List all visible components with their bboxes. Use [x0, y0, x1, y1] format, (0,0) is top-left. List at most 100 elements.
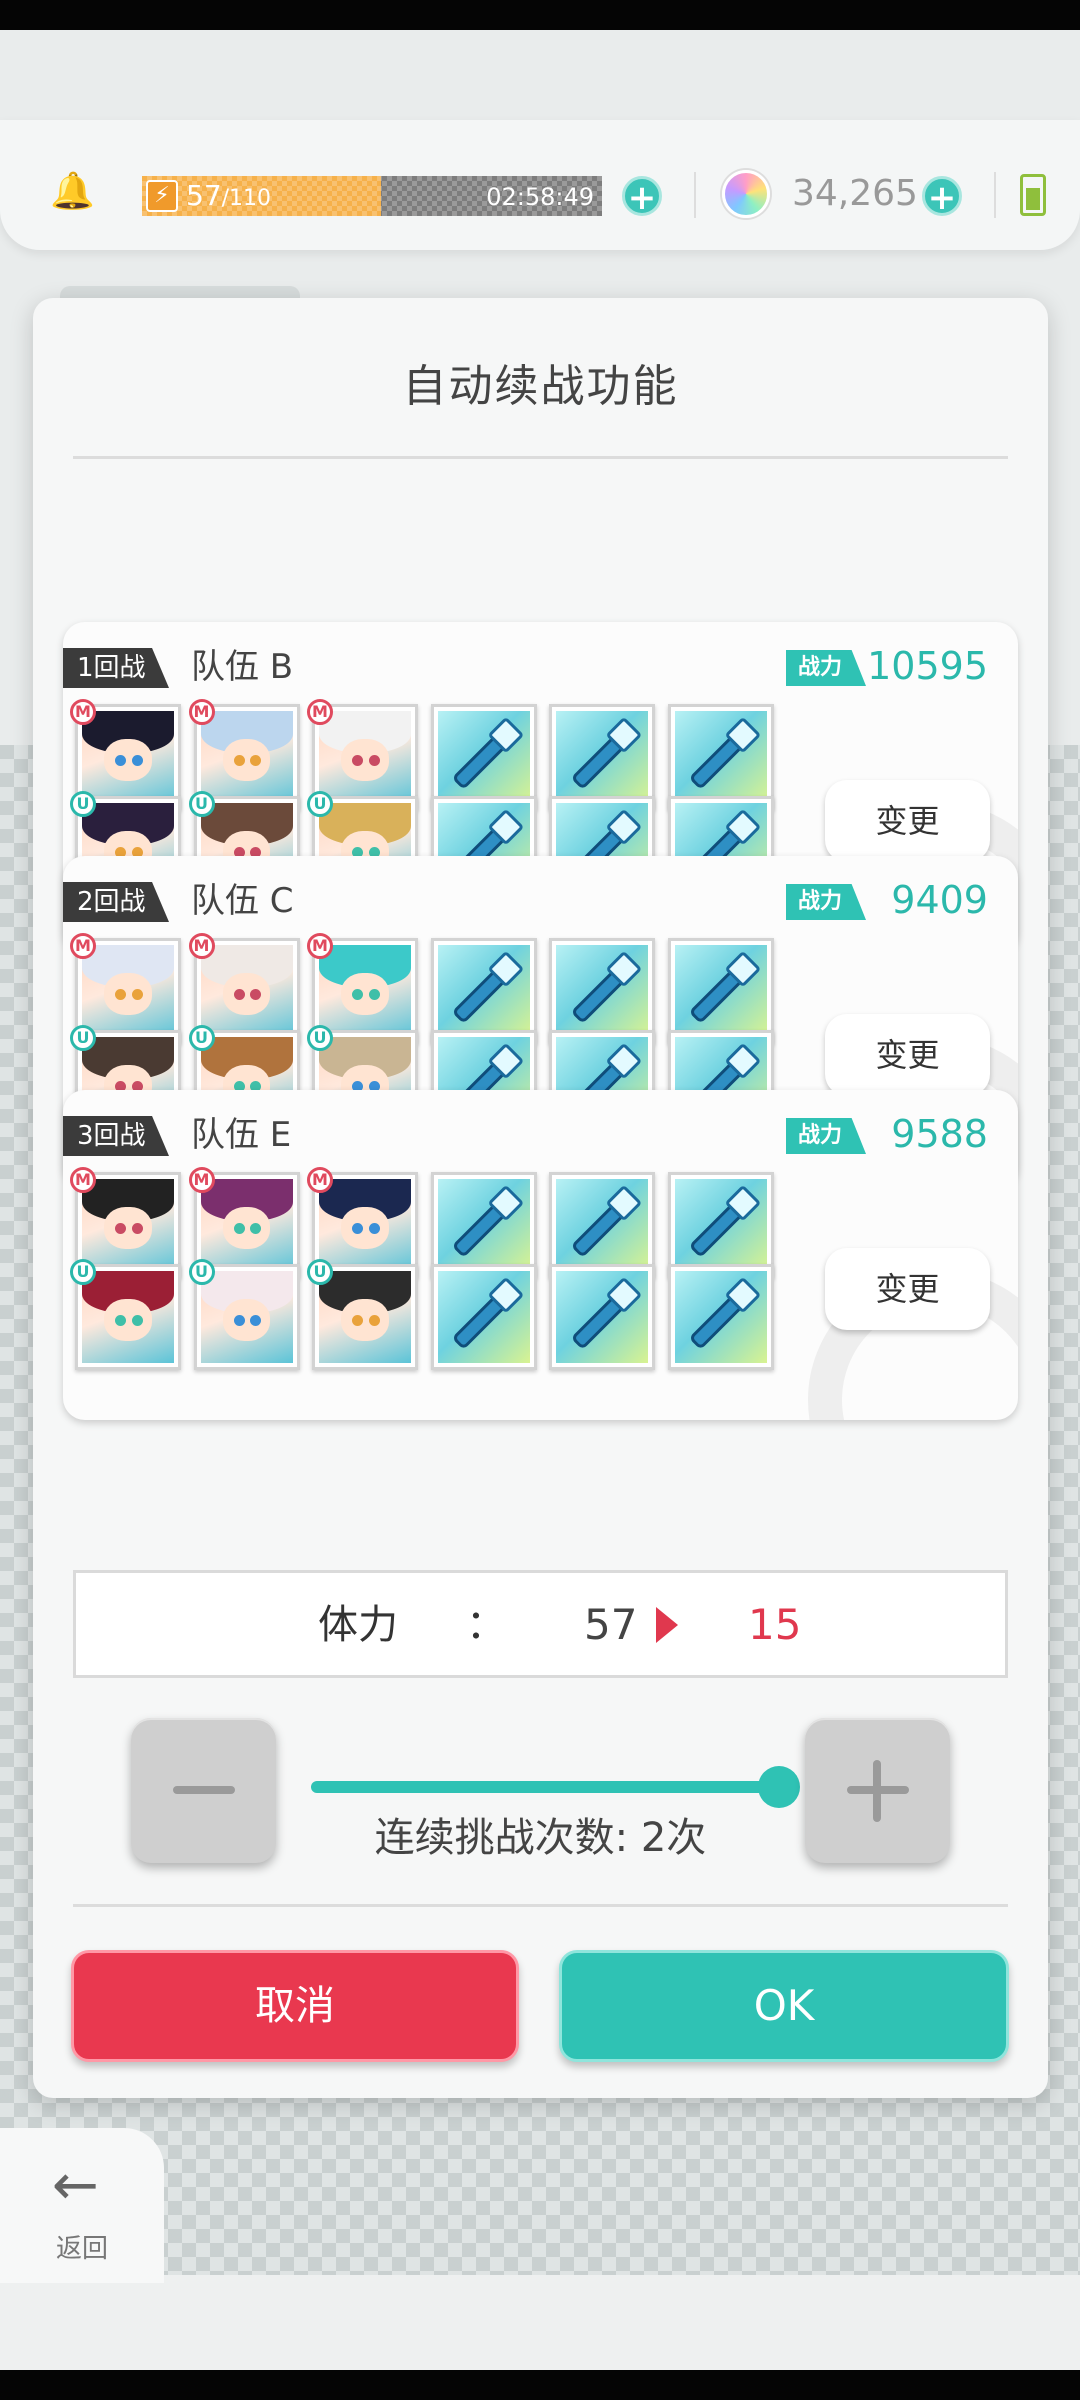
- character-portrait: [319, 1179, 411, 1271]
- main-badge-icon: M: [307, 1167, 333, 1193]
- round-label: 2回战: [63, 882, 169, 922]
- battery-icon: [1020, 174, 1046, 216]
- character-portrait: [319, 711, 411, 803]
- weapon-icon: [437, 1179, 530, 1271]
- system-bottom-bar: [0, 2370, 1080, 2400]
- change-team-button[interactable]: 变更: [825, 780, 990, 862]
- portrait-eye: [131, 755, 143, 767]
- character-portrait: [319, 1271, 411, 1363]
- divider: [73, 1904, 1008, 1907]
- unison-badge-icon: U: [188, 791, 215, 817]
- character-portrait: [82, 1179, 174, 1271]
- ok-button[interactable]: OK: [559, 1950, 1009, 2062]
- weapon-slot[interactable]: [667, 938, 774, 1044]
- stamina-bar: ⚡ 57/110 02:58:49: [142, 176, 602, 216]
- weapon-slot[interactable]: [549, 938, 655, 1044]
- weapon-icon: [674, 1179, 767, 1271]
- divider: [994, 172, 996, 218]
- dialog-title: 自动续战功能: [402, 361, 679, 412]
- character-slot[interactable]: U: [70, 1259, 181, 1370]
- weapon-slot[interactable]: [549, 1172, 655, 1278]
- power-label: 战力: [786, 884, 866, 920]
- gem-count: 34,265: [792, 173, 918, 214]
- unison-badge-icon: U: [307, 1025, 333, 1051]
- unison-badge-icon: U: [70, 791, 96, 817]
- weapon-icon: [674, 711, 767, 803]
- back-arrow-icon: ←: [52, 2153, 99, 2218]
- weapon-slot[interactable]: [667, 704, 774, 810]
- unison-badge-icon: U: [307, 791, 333, 817]
- main-badge-icon: M: [307, 933, 333, 959]
- portrait-face: [222, 738, 271, 781]
- weapon-slot[interactable]: [667, 1172, 774, 1278]
- divider: [694, 172, 696, 218]
- character-portrait: [200, 711, 293, 803]
- resource-bar: 🔔 ⚡ 57/110 02:58:49 + 34,265 +: [0, 120, 1080, 250]
- character-portrait: [200, 945, 293, 1037]
- round-label: 3回战: [63, 1116, 169, 1156]
- back-label: 返回: [55, 2234, 108, 2264]
- portrait-face: [341, 1206, 389, 1249]
- character-portrait: [82, 1271, 174, 1363]
- team-card: 3回战 队伍 E 战力 9588 M M M U U U 变更: [63, 1090, 1018, 1420]
- add-gems-button[interactable]: +: [922, 176, 962, 217]
- character-slot[interactable]: U: [188, 1259, 300, 1370]
- change-team-button[interactable]: 变更: [825, 1014, 990, 1096]
- portrait-eye: [233, 1223, 245, 1235]
- portrait-face: [222, 1298, 271, 1341]
- portrait-face: [341, 738, 389, 781]
- system-top-bar: [0, 0, 1080, 30]
- portrait-face: [104, 1206, 152, 1249]
- portrait-face: [341, 972, 389, 1015]
- battle-count-text: 连续挑战次数: 2次: [374, 1815, 707, 1861]
- unison-badge-icon: U: [307, 1259, 333, 1285]
- power-value: 10595: [867, 644, 988, 688]
- stamina-max: /110: [221, 186, 272, 211]
- power-value: 9409: [891, 878, 988, 922]
- portrait-face: [222, 1206, 271, 1249]
- character-portrait: [319, 945, 411, 1037]
- weapon-icon: [556, 945, 648, 1037]
- power-value: 9588: [891, 1112, 988, 1156]
- weapon-slot[interactable]: [430, 1172, 537, 1278]
- portrait-eye: [131, 989, 143, 1001]
- character-portrait: [82, 945, 174, 1037]
- weapon-icon: [556, 711, 648, 803]
- portrait-face: [104, 972, 152, 1015]
- weapon-icon: [556, 1179, 648, 1271]
- cancel-button[interactable]: 取消: [71, 1950, 519, 2062]
- stamina-from: 57: [584, 1600, 638, 1649]
- unison-badge-icon: U: [70, 1259, 96, 1285]
- main-badge-icon: M: [307, 699, 333, 725]
- count-slider-handle[interactable]: [758, 1766, 800, 1808]
- weapon-slot[interactable]: [549, 704, 655, 810]
- weapon-slot[interactable]: [430, 704, 537, 810]
- gem-icon: [722, 170, 770, 218]
- divider: [73, 456, 1008, 459]
- weapon-icon: [674, 945, 767, 1037]
- unison-badge-icon: U: [188, 1025, 215, 1051]
- arrow-right-icon: [656, 1607, 678, 1643]
- character-slot[interactable]: U: [307, 1259, 418, 1370]
- stamina-cost-box: 体力 ： 57 15: [73, 1570, 1008, 1678]
- weapon-icon: [437, 1271, 530, 1363]
- stamina-to: 15: [748, 1600, 802, 1649]
- stamina-colon: ：: [466, 1602, 506, 1648]
- weapon-slot[interactable]: [549, 1264, 655, 1370]
- portrait-eye: [131, 1223, 143, 1235]
- weapon-slot[interactable]: [430, 1264, 537, 1370]
- weapon-slot[interactable]: [430, 938, 537, 1044]
- weapon-slot[interactable]: [667, 1264, 774, 1370]
- bell-icon[interactable]: 🔔: [50, 172, 95, 212]
- weapon-icon: [437, 945, 530, 1037]
- weapon-icon: [674, 1271, 767, 1363]
- main-badge-icon: M: [70, 1167, 96, 1193]
- round-label: 1回战: [63, 648, 169, 688]
- stamina-label: 体力: [318, 1602, 398, 1648]
- count-slider-track[interactable]: [311, 1781, 779, 1793]
- character-portrait: [200, 1179, 293, 1271]
- add-stamina-button[interactable]: +: [622, 176, 662, 217]
- back-button[interactable]: ← 返回: [0, 2128, 164, 2283]
- unison-badge-icon: U: [188, 1259, 215, 1285]
- change-team-button[interactable]: 变更: [825, 1248, 990, 1330]
